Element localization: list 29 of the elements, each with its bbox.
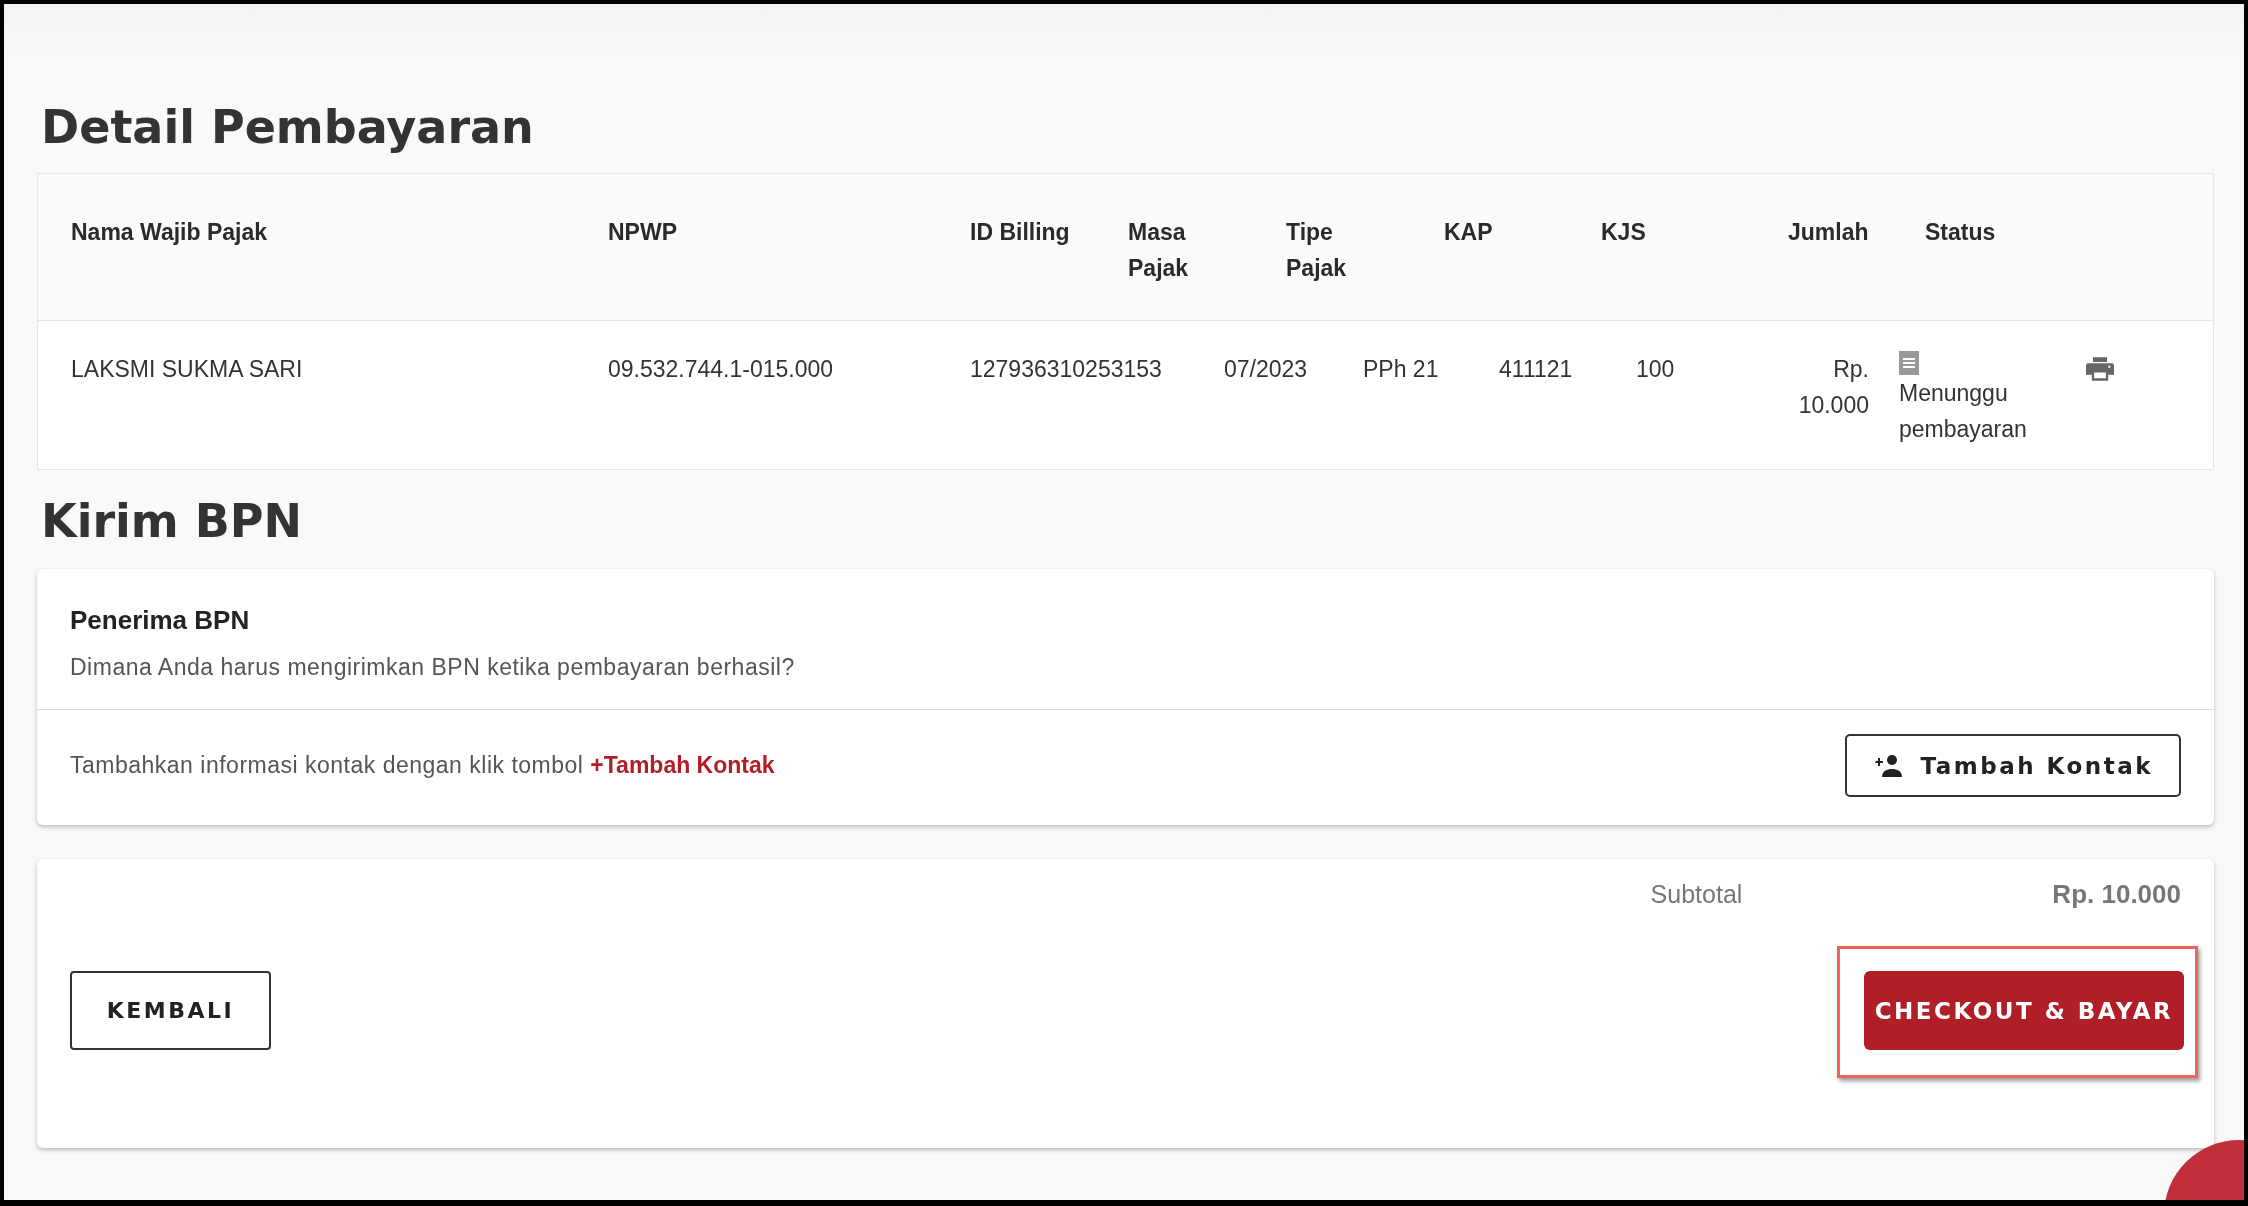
subtotal-value: Rp. 10.000 — [2052, 879, 2181, 911]
subtotal-label: Subtotal — [1650, 880, 1743, 910]
table-cell-text: PPh 21 — [1363, 355, 1440, 385]
table-cell-text: 07/2023 — [1224, 355, 1309, 385]
table-cell-text: LAKSMI SUKMA SARI — [71, 355, 304, 385]
column-header: Status — [1925, 218, 1997, 248]
status-text: Menunggu pembayaran — [1899, 379, 2028, 445]
back-button[interactable]: KEMBALI — [70, 971, 271, 1051]
amount-cell-text: Rp. 10.000 — [1797, 355, 1870, 421]
table-cell-text: 127936310253153 — [970, 355, 1163, 385]
column-header: ID Billing — [970, 218, 1071, 248]
contact-hint: Tambahkan informasi kontak dengan klik tombol +Tambah Kontak — [70, 752, 775, 780]
table-cell-text: 411121 — [1499, 355, 1574, 385]
column-header: Tipe Pajak — [1286, 218, 1348, 284]
checkout-button[interactable]: CHECKOUT & BAYAR — [1864, 971, 2184, 1051]
column-header: NPWP — [608, 218, 678, 248]
column-header: Nama Wajib Pajak — [71, 218, 268, 248]
table-cell-text: 09.532.744.1-015.000 — [608, 355, 835, 385]
column-header: Masa Pajak — [1128, 218, 1190, 284]
table-cell-text: 100 — [1636, 355, 1676, 385]
column-header: Jumlah — [1788, 218, 1870, 248]
section-title: Kirim BPN — [41, 494, 304, 550]
column-header: KJS — [1601, 218, 1647, 248]
card-title: Penerima BPN — [70, 605, 251, 637]
page-title: Detail Pembayaran — [41, 100, 535, 156]
column-header: KAP — [1444, 218, 1494, 248]
card-question: Dimana Anda harus mengirimkan BPN ketika pembayaran berhasil? — [70, 654, 796, 682]
add-contact-link[interactable]: +Tambah Kontak — [590, 752, 775, 779]
add-contact-button[interactable]: Tambah Kontak — [1844, 734, 2181, 798]
